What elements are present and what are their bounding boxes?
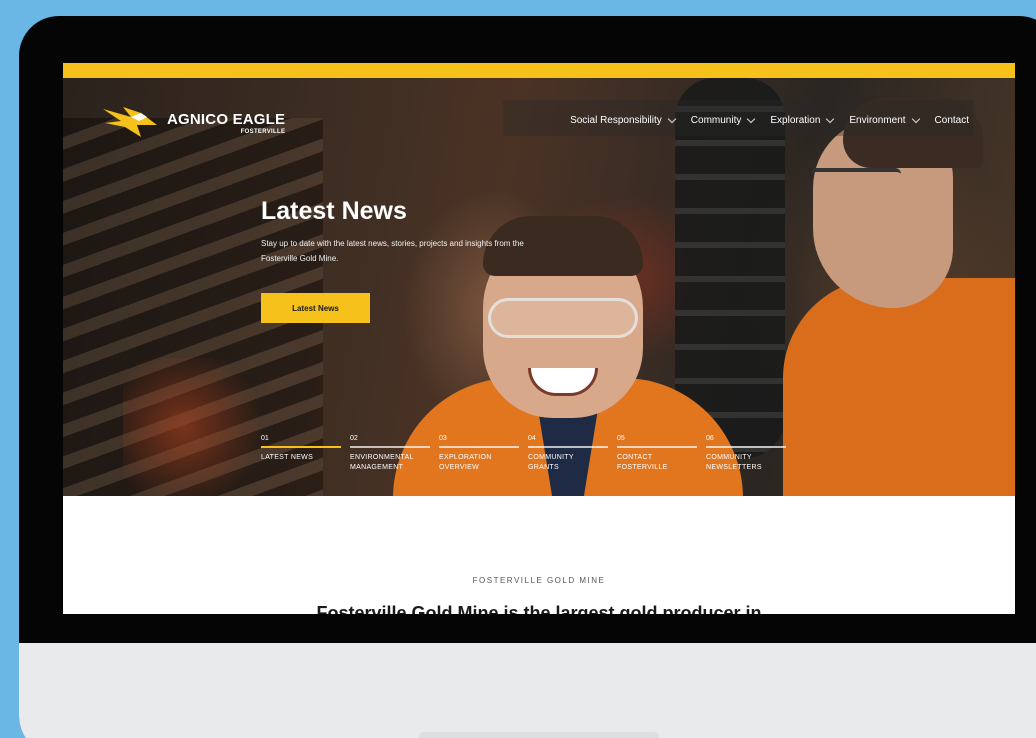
- hero-section: AGNICO EAGLE FOSTERVILLE Social Responsi…: [63, 78, 1015, 496]
- intro-eyebrow: FOSTERVILLE GOLD MINE: [472, 576, 606, 585]
- quicklink-label: COMMUNITY NEWSLETTERS: [706, 454, 762, 471]
- quicklink-number: 03: [439, 435, 447, 442]
- quicklink-community-newsletters[interactable]: 06 COMMUNITY NEWSLETTERS: [706, 435, 795, 473]
- eagle-logo-icon: [103, 107, 157, 137]
- nav-item-social-responsibility[interactable]: Social Responsibility: [570, 114, 677, 126]
- nav-item-environment[interactable]: Environment: [849, 114, 920, 126]
- hero-worker-profile: [763, 98, 1015, 496]
- quicklink-label: LATEST NEWS: [261, 454, 314, 461]
- quicklink-progress-line: [706, 446, 786, 448]
- quicklink-number: 05: [617, 435, 625, 442]
- quicklink-environmental-management[interactable]: 02 ENVIRONMENTAL MANAGEMENT: [350, 435, 439, 473]
- chevron-down-icon: [826, 114, 835, 124]
- quicklink-number: 01: [261, 435, 269, 442]
- nav-item-label: Social Responsibility: [570, 115, 662, 126]
- quicklink-latest-news[interactable]: 01 LATEST NEWS: [261, 435, 350, 473]
- quicklink-community-grants[interactable]: 04 COMMUNITY GRANTS: [528, 435, 617, 473]
- quicklink-exploration-overview[interactable]: 03 EXPLORATION OVERVIEW: [439, 435, 528, 473]
- latest-news-button[interactable]: Latest News: [261, 293, 370, 323]
- nav-item-community[interactable]: Community: [690, 114, 756, 126]
- quicklink-progress-line: [439, 446, 519, 448]
- monitor-stand: [419, 732, 659, 738]
- quicklink-number: 02: [350, 435, 358, 442]
- hero-quicklinks: 01 LATEST NEWS 02 ENVIRONMENTAL MANAGEME…: [261, 435, 795, 473]
- nav-item-label: Community: [690, 115, 742, 126]
- quicklink-number: 04: [528, 435, 536, 442]
- quicklink-label: EXPLORATION OVERVIEW: [439, 454, 492, 471]
- brand-logo[interactable]: AGNICO EAGLE FOSTERVILLE: [101, 103, 285, 143]
- quicklink-label: ENVIRONMENTAL MANAGEMENT: [350, 454, 414, 471]
- monitor-frame: AGNICO EAGLE FOSTERVILLE Social Responsi…: [19, 16, 1036, 738]
- hero-machinery-rust: [123, 358, 273, 496]
- hero-title: Latest News: [261, 197, 407, 225]
- brand-name: AGNICO EAGLE: [167, 110, 286, 128]
- chevron-down-icon: [747, 114, 756, 124]
- quicklink-label: CONTACT FOSTERVILLE: [617, 454, 668, 471]
- chevron-down-icon: [667, 114, 677, 124]
- nav-menu: Social Responsibility Community Explorat…: [570, 114, 969, 126]
- monitor-chin: [19, 643, 1036, 738]
- nav-item-label: Contact: [934, 115, 969, 126]
- quicklink-contact-fosterville[interactable]: 05 CONTACT FOSTERVILLE: [617, 435, 706, 473]
- quicklink-progress-line: [528, 446, 608, 448]
- main-nav: AGNICO EAGLE FOSTERVILLE Social Responsi…: [63, 78, 1015, 138]
- quicklink-number: 06: [706, 435, 714, 442]
- nav-item-exploration[interactable]: Exploration: [770, 114, 835, 126]
- intro-headline: Fosterville Gold Mine is the largest gol…: [316, 603, 762, 614]
- hero-description: Stay up to date with the latest news, st…: [261, 239, 524, 263]
- quicklink-progress-line: [261, 446, 341, 448]
- intro-section: FOSTERVILLE GOLD MINE Fosterville Gold M…: [63, 496, 1015, 614]
- quicklink-progress-line: [350, 446, 430, 448]
- nav-item-contact[interactable]: Contact: [935, 115, 969, 126]
- top-accent-bar: [63, 63, 1015, 78]
- chevron-down-icon: [911, 114, 920, 124]
- brand-sub: FOSTERVILLE: [240, 128, 286, 135]
- nav-item-label: Exploration: [770, 115, 821, 126]
- quicklink-label: COMMUNITY GRANTS: [528, 454, 574, 471]
- nav-item-label: Environment: [849, 115, 906, 126]
- quicklink-progress-line: [617, 446, 697, 448]
- website-screen: AGNICO EAGLE FOSTERVILLE Social Responsi…: [63, 63, 1015, 614]
